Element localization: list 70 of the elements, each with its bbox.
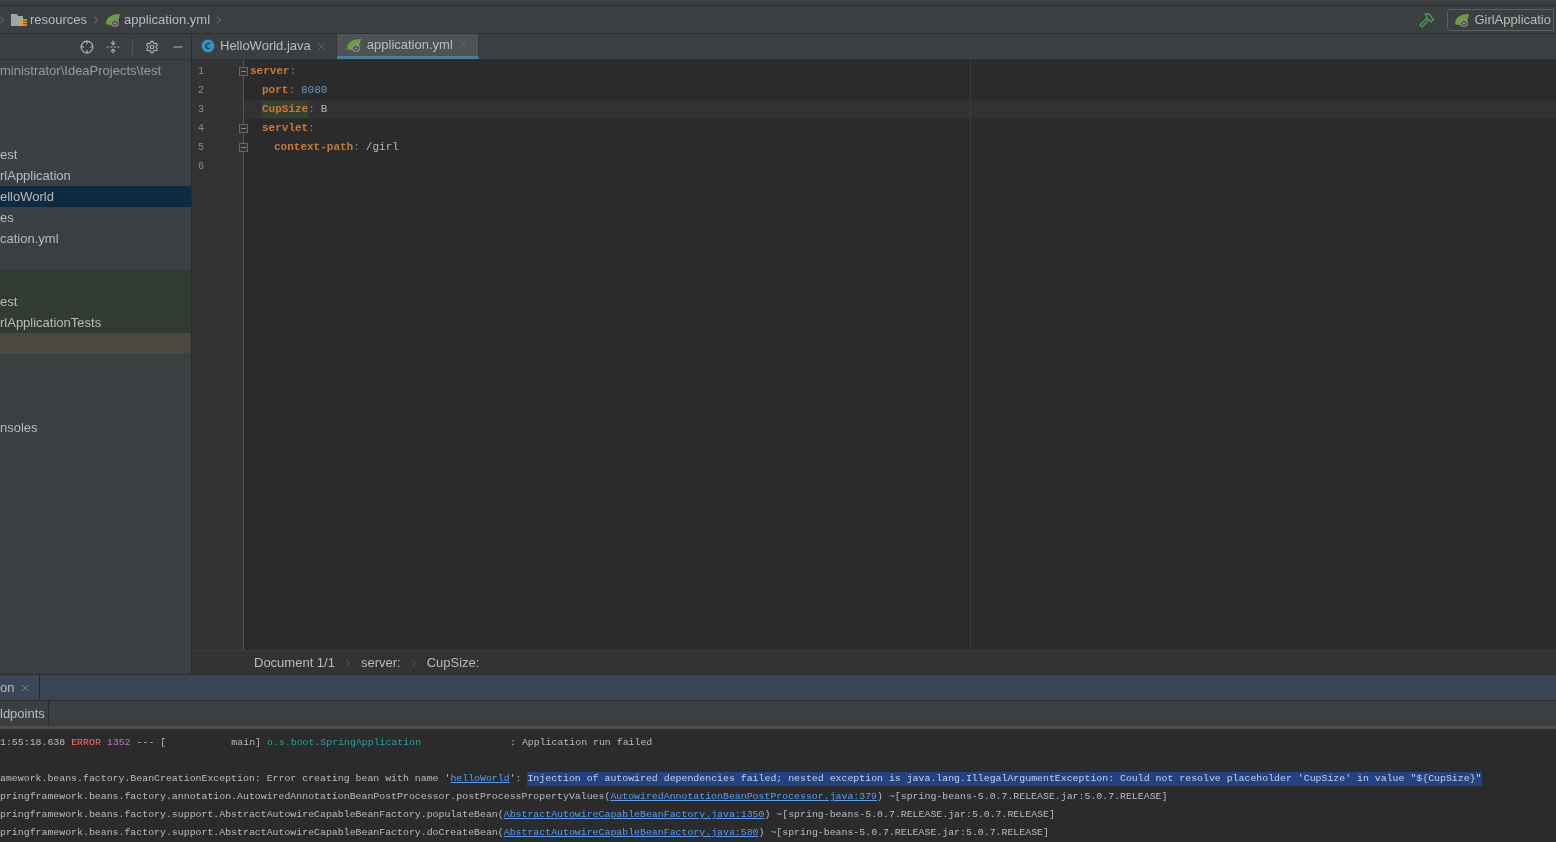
leaf-icon bbox=[345, 37, 362, 52]
colon: : bbox=[308, 102, 315, 118]
line-number: 2 bbox=[198, 84, 204, 98]
yaml-value: 8080 bbox=[301, 83, 328, 99]
console-link[interactable]: helloWorld bbox=[450, 772, 510, 786]
tree-item[interactable]: rlApplicationTests bbox=[0, 312, 191, 333]
yaml-key: servlet bbox=[262, 120, 309, 137]
tree-item[interactable]: es bbox=[0, 207, 191, 228]
tree-item[interactable]: rlApplication bbox=[0, 165, 191, 186]
run-configuration-dropdown[interactable]: GirlApplicatio bbox=[1447, 8, 1554, 31]
tree-item[interactable]: est bbox=[0, 144, 191, 165]
line-number: 3 bbox=[198, 103, 204, 117]
line-number: 5 bbox=[198, 141, 204, 155]
yaml-value: B bbox=[320, 102, 328, 118]
console-link[interactable]: AbstractAutowireCapableBeanFactory.java:1350 bbox=[503, 808, 765, 822]
console-text: ': bbox=[509, 772, 523, 786]
console-text: ) ~[spring-beans-5.0.7.RELEASE.jar:5.0.7.RELEASE] bbox=[764, 808, 1055, 822]
breadcrumb-item[interactable]: CupSize: bbox=[426, 652, 480, 673]
settings-icon[interactable] bbox=[145, 39, 159, 54]
fold-marker-icon[interactable] bbox=[239, 124, 248, 133]
tree-item[interactable]: est bbox=[0, 291, 191, 312]
tree-item[interactable]: cation.yml bbox=[0, 228, 191, 249]
yaml-key: context-path bbox=[274, 139, 354, 156]
console-text: pringframework.beans.factory.annotation.AutowiredAnnotationBeanPostProcessor.postProcessPropertyValues( bbox=[0, 790, 611, 804]
console-text: o.s.boot.SpringApplication bbox=[267, 736, 422, 750]
console-text: ) ~[spring-beans-5.0.7.RELEASE.jar:5.0.7.RELEASE] bbox=[758, 826, 1049, 840]
yaml-key: CupSize bbox=[262, 101, 309, 118]
tree-item[interactable]: elloWorld bbox=[0, 186, 191, 207]
line-number: 1 bbox=[198, 65, 204, 79]
colon: : bbox=[289, 64, 297, 80]
console-link[interactable]: AutowiredAnnotationBeanPostProcessor.java:379 bbox=[610, 790, 878, 804]
close-icon[interactable] bbox=[315, 40, 327, 52]
console-text: pringframework.beans.factory.support.AbstractAutowireCapableBeanFactory.populateBean( bbox=[0, 808, 504, 822]
yaml-key: server bbox=[250, 63, 290, 80]
editor-tab[interactable]: HelloWorld.java bbox=[192, 34, 337, 59]
folder-icon bbox=[11, 12, 27, 27]
build-hammer-icon[interactable] bbox=[1419, 11, 1436, 28]
breadcrumb-item[interactable]: resources bbox=[8, 9, 91, 30]
console-text: --- [ main] bbox=[136, 736, 261, 750]
class-icon bbox=[201, 39, 215, 53]
tree-item[interactable]: ministrator\IdeaProjects\test bbox=[0, 60, 191, 81]
breadcrumb-item[interactable]: Document 1/1 bbox=[254, 652, 335, 673]
console-text: amework.beans.factory.BeanCreationException: Error creating bean with name ' bbox=[0, 772, 451, 786]
console-text: ) ~[spring-beans-5.0.7.RELEASE.jar:5.0.7.RELEASE] bbox=[877, 790, 1168, 804]
editor-tab[interactable]: application.yml bbox=[336, 34, 479, 59]
tree-item[interactable]: nsoles bbox=[0, 417, 191, 438]
console-text: 1:55:18.638 bbox=[0, 736, 66, 750]
console-text: pringframework.beans.factory.support.AbstractAutowireCapableBeanFactory.doCreateBean( bbox=[0, 826, 504, 840]
line-number: 4 bbox=[198, 122, 204, 136]
fold-marker-icon[interactable] bbox=[239, 67, 248, 76]
locate-icon[interactable] bbox=[80, 39, 94, 54]
yaml-key: port bbox=[262, 82, 289, 99]
leaf-icon bbox=[1454, 12, 1471, 27]
yaml-value: /girl bbox=[365, 140, 399, 156]
colon: : bbox=[308, 121, 315, 137]
run-tab[interactable]: on bbox=[0, 675, 40, 700]
collapse-all-icon[interactable] bbox=[106, 39, 120, 54]
close-icon[interactable] bbox=[20, 682, 31, 693]
console-text: : Application run failed bbox=[509, 736, 653, 750]
console-link[interactable]: AbstractAutowireCapableBeanFactory.java:580 bbox=[503, 826, 759, 840]
console-text: ERROR bbox=[71, 736, 101, 750]
line-number: 6 bbox=[198, 160, 204, 174]
breadcrumb-item[interactable]: application.yml bbox=[102, 9, 214, 30]
leaf-icon bbox=[105, 12, 122, 27]
breadcrumb-item[interactable]: server: bbox=[360, 652, 401, 673]
console-text: 1352 bbox=[106, 736, 131, 750]
colon: : bbox=[288, 83, 295, 99]
colon: : bbox=[353, 140, 360, 156]
console-text: Injection of autowired dependencies failed; nested exception is java.lang.IllegalArgumentException: Could not resolve placeholder 'CupSize' in value "${CupSize}" bbox=[527, 772, 1482, 786]
fold-marker-icon[interactable] bbox=[239, 143, 248, 152]
